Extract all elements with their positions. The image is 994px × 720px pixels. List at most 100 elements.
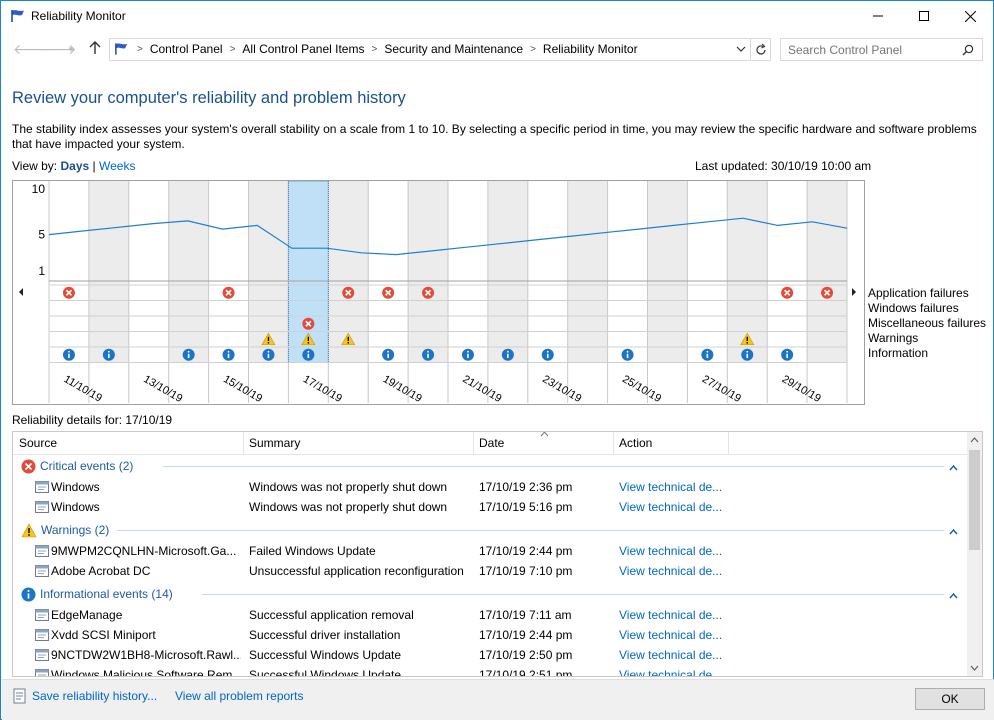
day-column[interactable] [408, 181, 448, 363]
view-all-problem-reports-link[interactable]: View all problem reports [175, 689, 304, 703]
close-button[interactable] [947, 1, 993, 31]
collapse-group-icon[interactable] [949, 460, 958, 474]
chart-scroll-right-icon[interactable] [852, 288, 856, 296]
address-bar[interactable]: > Control Panel > All Control Panel Item… [109, 38, 771, 61]
day-column[interactable] [647, 181, 688, 363]
view-technical-details-link[interactable]: View technical de... [619, 648, 739, 662]
search-input[interactable] [788, 40, 958, 60]
table-row[interactable]: Windows Windows was not properly shut dow… [13, 477, 968, 497]
info-icon-dot [467, 350, 469, 353]
application-icon [35, 481, 49, 493]
maximize-button[interactable] [901, 1, 947, 31]
view-by-weeks-link[interactable]: Weeks [99, 159, 135, 173]
up-button[interactable] [87, 41, 103, 57]
day-column[interactable] [807, 181, 847, 363]
save-reliability-history-link[interactable]: Save reliability history... [32, 689, 157, 703]
row-source: 9MWPM2CQNLHN-Microsoft.Ga... [51, 544, 237, 558]
table-row[interactable]: EdgeManage Successful application removal… [13, 605, 968, 625]
event-group-label[interactable]: Informational events (14) [40, 587, 173, 601]
breadcrumb-chevron-icon[interactable]: > [134, 42, 146, 57]
view-technical-details-link[interactable]: View technical de... [619, 564, 739, 578]
x-tick-label: 21/10/19 [461, 373, 504, 404]
event-group-label[interactable]: Warnings (2) [41, 523, 109, 537]
table-row[interactable]: Xvdd SCSI Miniport Successful driver inst… [13, 625, 968, 645]
breadcrumb-chevron-icon[interactable]: > [227, 42, 239, 57]
view-by-days-link[interactable]: Days [60, 159, 89, 173]
x-tick-label: 27/10/19 [700, 373, 743, 404]
table-row[interactable]: 9NCTDW2W1BH8-Microsoft.Rawl... Successful… [13, 645, 968, 665]
view-technical-details-link[interactable]: View technical de... [619, 480, 739, 494]
table-row[interactable]: Windows Windows was not properly shut dow… [13, 497, 968, 517]
day-column[interactable] [208, 181, 249, 363]
vertical-scrollbar[interactable] [967, 432, 982, 676]
recent-locations-button[interactable]: ▾ [63, 41, 79, 57]
view-technical-details-link[interactable]: View technical de... [619, 628, 739, 642]
scroll-up-icon[interactable] [970, 437, 979, 443]
view-technical-details-link[interactable]: View technical de... [619, 544, 739, 558]
scrollbar-thumb[interactable] [969, 450, 980, 550]
forward-button[interactable]: 🡒 [39, 41, 77, 57]
row-summary: Failed Windows Update [249, 544, 376, 558]
x-tick-label: 11/10/19 [62, 373, 104, 404]
collapse-group-icon[interactable] [949, 588, 958, 602]
group-divider [201, 594, 944, 595]
breadcrumb: > Control Panel > All Control Panel Item… [134, 42, 642, 57]
breadcrumb-reliability-monitor[interactable]: Reliability Monitor [539, 42, 642, 57]
control-panel-flag-icon [115, 43, 128, 55]
breadcrumb-all-items[interactable]: All Control Panel Items [238, 42, 368, 57]
column-header-date[interactable]: Date [479, 436, 504, 450]
address-dropdown-icon[interactable] [736, 46, 746, 53]
last-updated: Last updated: 30/10/19 10:00 am [695, 159, 872, 173]
group-divider [162, 466, 944, 467]
x-tick-label: 15/10/19 [221, 373, 264, 404]
info-icon-dot [786, 350, 789, 353]
refresh-icon[interactable] [754, 43, 768, 57]
warning-icon-dot [307, 342, 310, 344]
day-column[interactable] [88, 181, 129, 363]
day-column[interactable] [49, 181, 89, 363]
view-technical-details-link[interactable]: View technical de... [619, 500, 739, 514]
reliability-chart-svg[interactable]: 10 5 1 11/10/19 13/10/19 15/10/19 17/10/19 19/1… [13, 180, 864, 405]
view-technical-details-link[interactable]: View technical de... [619, 668, 739, 676]
table-row[interactable]: Windows Malicious Software Rem... Success… [13, 665, 968, 677]
event-group-label[interactable]: Critical events (2) [40, 459, 133, 473]
column-header-source[interactable]: Source [19, 436, 57, 450]
day-column[interactable] [527, 181, 568, 363]
row-date: 17/10/19 2:51 pm [479, 668, 573, 677]
view-by: View by: Days | Weeks [12, 159, 135, 173]
row-summary: Windows was not properly shut down [249, 480, 448, 494]
breadcrumb-security-maintenance[interactable]: Security and Maintenance [380, 42, 527, 57]
info-icon-dot [746, 350, 749, 353]
table-row[interactable]: Adobe Acrobat DC Unsuccessful application… [13, 561, 968, 581]
breadcrumb-chevron-icon[interactable]: > [527, 42, 539, 57]
ok-button[interactable]: OK [915, 688, 985, 710]
day-column[interactable] [687, 181, 728, 363]
x-tick-label: 17/10/19 [301, 373, 344, 404]
back-button[interactable]: 🡐 [13, 41, 51, 57]
minimize-button[interactable] [855, 1, 901, 31]
scroll-down-icon[interactable] [970, 665, 979, 671]
search-box[interactable] [780, 38, 983, 61]
day-column[interactable] [567, 181, 608, 363]
view-technical-details-link[interactable]: View technical de... [619, 608, 739, 622]
day-column[interactable] [767, 181, 808, 363]
breadcrumb-chevron-icon[interactable]: > [368, 42, 380, 57]
day-column[interactable] [128, 181, 169, 363]
day-column[interactable] [168, 181, 209, 363]
row-date: 17/10/19 7:10 pm [479, 564, 573, 578]
application-icon [35, 565, 49, 577]
x-tick-label: 25/10/19 [620, 373, 663, 404]
search-icon[interactable] [962, 44, 974, 56]
column-header-action[interactable]: Action [619, 436, 652, 450]
collapse-group-icon[interactable] [949, 524, 958, 538]
table-row[interactable]: 9MWPM2CQNLHN-Microsoft.Ga... Failed Windo… [13, 541, 968, 561]
day-column[interactable] [368, 181, 409, 363]
reliability-chart[interactable]: 10 5 1 11/10/19 13/10/19 15/10/19 17/10/19 19/1… [12, 180, 865, 405]
day-column[interactable] [448, 181, 488, 363]
day-column[interactable] [607, 181, 648, 363]
breadcrumb-control-panel[interactable]: Control Panel [146, 42, 227, 57]
view-by-label: View by: [12, 159, 58, 173]
day-column[interactable] [487, 181, 528, 363]
column-header-summary[interactable]: Summary [249, 436, 300, 450]
chart-scroll-left-icon[interactable] [19, 288, 23, 296]
